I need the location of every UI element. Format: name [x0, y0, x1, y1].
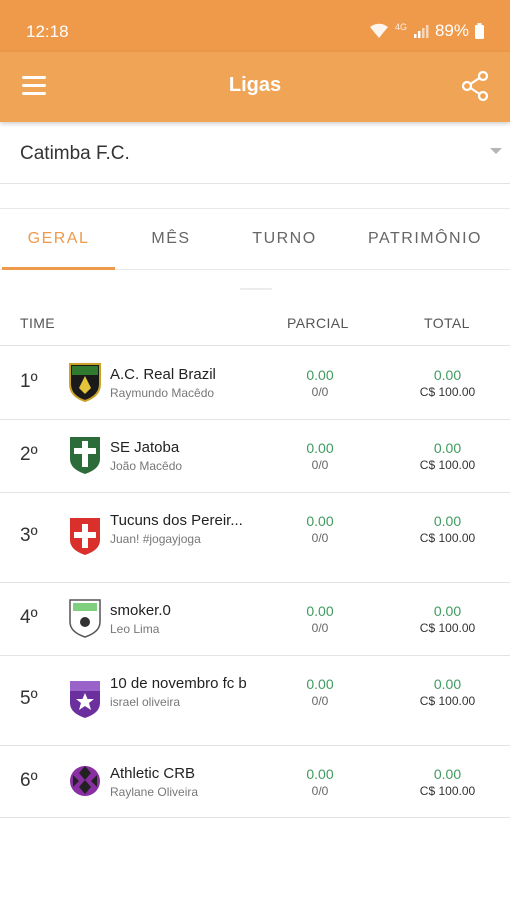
table-header: TIME PARCIAL TOTAL	[0, 300, 510, 346]
parcial-score: 0.00	[306, 603, 334, 619]
dropdown-caret-icon	[490, 148, 502, 154]
parcial-score: 0.00	[306, 766, 334, 782]
total-patrimony: C$ 100.00	[419, 784, 476, 798]
ranking-row[interactable]: 6º Athletic CRB Raylane Oliveira 0.00 0/…	[0, 746, 510, 818]
team-info: A.C. Real Brazil Raymundo Macêdo	[110, 366, 260, 401]
status-indicators: 4G 89%	[369, 21, 484, 41]
total-cell: 0.00 C$ 100.00	[400, 367, 495, 400]
wifi-icon	[369, 23, 388, 38]
total-patrimony: C$ 100.00	[419, 385, 476, 399]
total-score: 0.00	[433, 440, 462, 456]
total-score: 0.00	[433, 367, 462, 383]
ranking-row[interactable]: 5º 10 de novembro fc b israel oliveira 0…	[0, 656, 510, 746]
status-bar: 12:18 4G 89%	[0, 0, 510, 56]
total-cell: 0.00 C$ 100.00	[400, 603, 495, 636]
ranking-row[interactable]: 4º smoker.0 Leo Lima 0.00 0/0 0.00 C$ 10…	[0, 583, 510, 656]
active-tab-indicator	[2, 267, 115, 270]
total-score: 0.00	[433, 676, 462, 692]
total-cell: 0.00 C$ 100.00	[400, 513, 495, 546]
total-score: 0.00	[433, 766, 462, 782]
drag-handle[interactable]	[240, 288, 272, 290]
page-title: Ligas	[228, 74, 282, 96]
status-time: 12:18	[26, 22, 69, 41]
total-cell: 0.00 C$ 100.00	[400, 440, 495, 473]
team-info: 10 de novembro fc b israel oliveira	[110, 675, 260, 710]
total-patrimony: C$ 100.00	[419, 458, 476, 472]
parcial-count: 0/0	[311, 621, 329, 635]
ranking-position: 6º	[20, 770, 38, 791]
parcial-cell: 0.00 0/0	[280, 603, 360, 636]
parcial-count: 0/0	[311, 458, 329, 472]
column-header-parcial: PARCIAL	[287, 315, 349, 331]
parcial-score: 0.00	[306, 676, 334, 692]
total-patrimony: C$ 100.00	[419, 531, 476, 545]
parcial-cell: 0.00 0/0	[280, 367, 360, 400]
ranking-row[interactable]: 3º Tucuns dos Pereir... Juan! #jogayjoga…	[0, 493, 510, 583]
ranking-position: 3º	[20, 525, 38, 546]
team-info: SE Jatoba João Macêdo	[110, 439, 260, 474]
parcial-cell: 0.00 0/0	[280, 766, 360, 799]
total-patrimony: C$ 100.00	[419, 694, 476, 708]
owner-name: Leo Lima	[110, 622, 160, 636]
team-crest-icon	[70, 437, 100, 474]
tab-geral[interactable]: GERAL	[2, 209, 115, 269]
app-bar: Ligas	[0, 52, 510, 122]
total-cell: 0.00 C$ 100.00	[400, 766, 495, 799]
total-patrimony: C$ 100.00	[419, 621, 476, 635]
total-score: 0.00	[433, 513, 462, 529]
column-header-total: TOTAL	[424, 315, 470, 331]
ranking-position: 4º	[20, 607, 38, 628]
ranking-position: 1º	[20, 371, 38, 392]
team-selector[interactable]: Catimba F.C.	[0, 122, 510, 184]
battery-icon	[475, 23, 484, 39]
team-info: smoker.0 Leo Lima	[110, 602, 260, 637]
parcial-count: 0/0	[311, 531, 329, 545]
team-name: Athletic CRB	[110, 765, 196, 782]
team-crest-icon	[70, 518, 100, 555]
team-name: Tucuns dos Pereir...	[110, 512, 243, 529]
tab-bar: GERAL MÊS TURNO PATRIMÔNIO	[0, 208, 510, 270]
team-name: 10 de novembro fc b	[110, 675, 247, 692]
battery-percent: 89%	[434, 21, 469, 40]
team-info: Athletic CRB Raylane Oliveira	[110, 765, 260, 800]
owner-name: Raylane Oliveira	[110, 785, 199, 799]
owner-name: israel oliveira	[110, 695, 181, 709]
parcial-count: 0/0	[311, 694, 329, 708]
parcial-cell: 0.00 0/0	[280, 440, 360, 473]
tab-patrimonio[interactable]: PATRIMÔNIO	[345, 209, 505, 269]
tab-turno[interactable]: TURNO	[227, 209, 342, 269]
team-name: smoker.0	[110, 602, 171, 619]
team-crest-icon	[70, 766, 100, 796]
signal-icon	[413, 24, 429, 38]
tab-mes[interactable]: MÊS	[115, 209, 227, 269]
team-crest-icon	[70, 681, 100, 718]
network-label: 4G	[394, 22, 407, 32]
ranking-position: 2º	[20, 444, 38, 465]
share-icon[interactable]	[460, 70, 490, 102]
team-crest-icon	[69, 363, 101, 402]
parcial-count: 0/0	[311, 784, 329, 798]
parcial-score: 0.00	[306, 367, 334, 383]
parcial-cell: 0.00 0/0	[280, 676, 360, 709]
ranking-row[interactable]: 1º A.C. Real Brazil Raymundo Macêdo 0.00…	[0, 347, 510, 420]
team-info: Tucuns dos Pereir... Juan! #jogayjoga	[110, 512, 260, 547]
parcial-score: 0.00	[306, 513, 334, 529]
owner-name: Juan! #jogayjoga	[110, 532, 201, 546]
total-cell: 0.00 C$ 100.00	[400, 676, 495, 709]
parcial-cell: 0.00 0/0	[280, 513, 360, 546]
owner-name: Raymundo Macêdo	[110, 386, 215, 400]
parcial-score: 0.00	[306, 440, 334, 456]
column-header-time: TIME	[20, 315, 56, 331]
ranking-row[interactable]: 2º SE Jatoba João Macêdo 0.00 0/0 0.00 C…	[0, 420, 510, 493]
team-name: A.C. Real Brazil	[110, 366, 216, 383]
owner-name: João Macêdo	[110, 459, 183, 473]
team-crest-icon	[69, 599, 101, 638]
ranking-position: 5º	[20, 688, 38, 709]
total-score: 0.00	[433, 603, 462, 619]
parcial-count: 0/0	[311, 385, 329, 399]
team-selector-value: Catimba F.C.	[20, 143, 130, 164]
team-name: SE Jatoba	[110, 439, 180, 456]
